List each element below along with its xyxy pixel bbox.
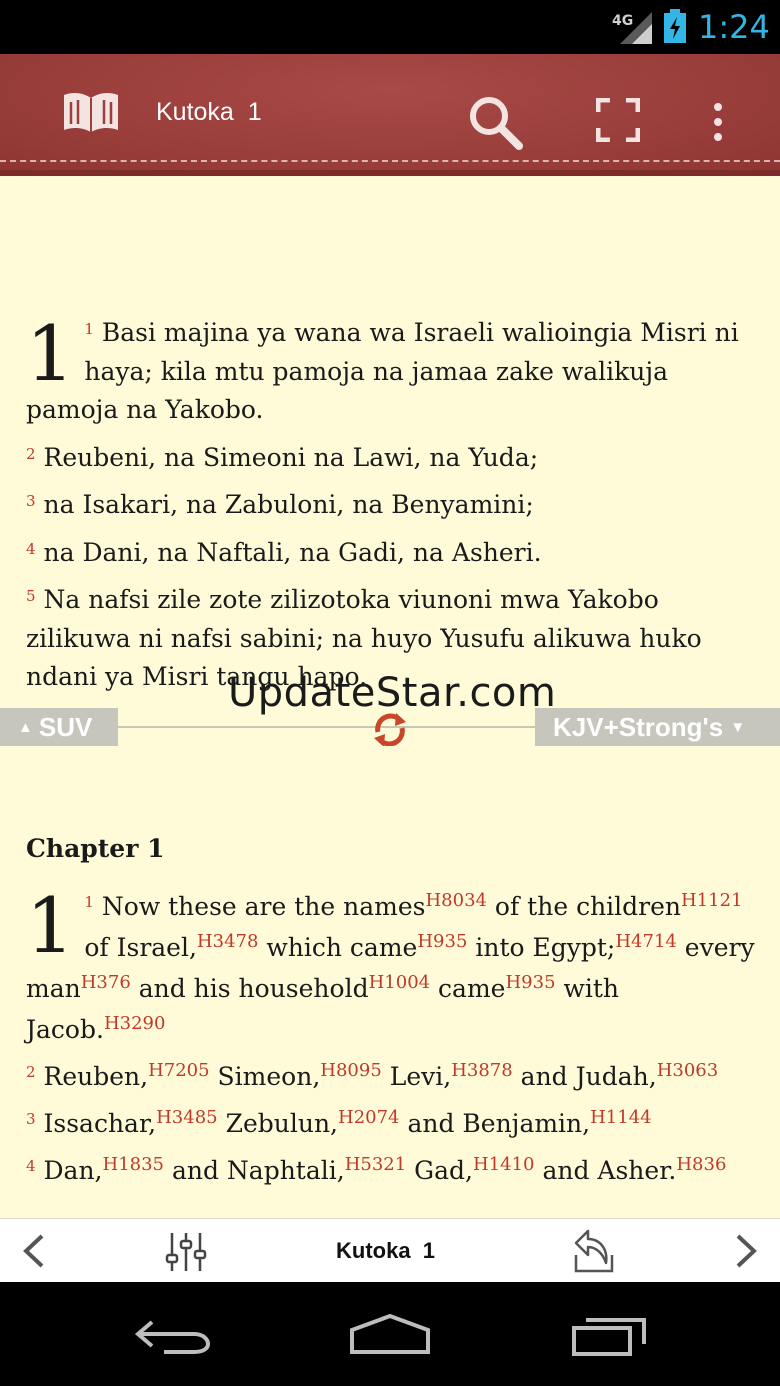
divider-line xyxy=(118,726,536,728)
right-version-selector[interactable]: KJV+Strong's ▼ xyxy=(535,708,780,746)
chapter-number: 1 xyxy=(26,881,75,970)
book-icon[interactable] xyxy=(62,90,120,134)
strongs-number[interactable]: H935 xyxy=(505,972,555,993)
verse-text: Now these are the names xyxy=(101,892,426,921)
strongs-number[interactable]: H836 xyxy=(676,1154,726,1175)
strongs-number[interactable]: H3878 xyxy=(451,1060,513,1081)
chevron-left-icon[interactable] xyxy=(20,1233,48,1269)
verse-text: Simeon, xyxy=(209,1062,321,1091)
left-version-selector[interactable]: ▲ SUV xyxy=(0,708,118,746)
strongs-number[interactable]: H935 xyxy=(417,931,467,952)
strongs-number[interactable]: H1410 xyxy=(473,1154,535,1175)
verse[interactable]: 11 Now these are the namesH8034 of the c… xyxy=(26,886,766,1050)
verse-text: na Dani, na Naftali, na Gadi, na Asheri. xyxy=(43,537,542,567)
strongs-number[interactable]: H8034 xyxy=(425,890,487,911)
right-version-label: KJV+Strong's xyxy=(553,712,724,742)
verse-text: and Benjamin, xyxy=(399,1109,591,1138)
verse[interactable]: 2 Reuben,H7205 Simeon,H8095 Levi,H3878 a… xyxy=(26,1056,766,1097)
home-icon[interactable] xyxy=(348,1312,432,1356)
verse-text: and his household xyxy=(130,974,369,1003)
verse[interactable]: 11 Basi majina ya wana wa Israeli walioi… xyxy=(26,314,756,430)
back-icon[interactable] xyxy=(134,1314,212,1354)
strongs-number[interactable]: H7205 xyxy=(148,1060,210,1081)
verse-number: 3 xyxy=(26,492,36,510)
action-bar: Kutoka 1 xyxy=(0,54,780,176)
strongs-number[interactable]: H3290 xyxy=(104,1013,166,1034)
verse-text: into Egypt; xyxy=(467,933,616,962)
strongs-number[interactable]: H3478 xyxy=(197,931,259,952)
sliders-icon[interactable] xyxy=(164,1231,208,1273)
strongs-number[interactable]: H3485 xyxy=(156,1107,218,1128)
verse[interactable]: 4 na Dani, na Naftali, na Gadi, na Asher… xyxy=(26,534,756,573)
chapter-number: 1 xyxy=(26,309,75,398)
strongs-number[interactable]: H376 xyxy=(81,972,131,993)
verse[interactable]: 3 na Isakari, na Zabuloni, na Benyamini; xyxy=(26,486,756,525)
up-arrow-icon: ▲ xyxy=(18,719,33,736)
recent-apps-icon[interactable] xyxy=(570,1312,648,1356)
verse-number: 4 xyxy=(26,1157,36,1175)
verse-number: 1 xyxy=(84,893,94,911)
secondary-text-pane[interactable]: Chapter 1 11 Now these are the namesH803… xyxy=(0,746,780,1218)
verse-number: 2 xyxy=(26,444,36,463)
watermark: UpdateStar.com xyxy=(228,670,557,716)
verse[interactable]: 3 Issachar,H3485 Zebulun,H2074 and Benja… xyxy=(26,1103,766,1144)
toolbar-chapter-title[interactable]: Kutoka 1 xyxy=(336,1233,435,1269)
verse-text: na Isakari, na Zabuloni, na Benyamini; xyxy=(43,490,534,519)
verse-text: and Asher. xyxy=(534,1156,677,1185)
primary-text-pane[interactable]: 11 Basi majina ya wana wa Israeli walioi… xyxy=(0,176,780,706)
down-arrow-icon: ▼ xyxy=(730,719,746,736)
verse-number: 1 xyxy=(84,320,94,338)
status-bar: 4G 1:24 xyxy=(0,0,780,54)
verse-text: Basi majina ya wana wa Israeli walioingi… xyxy=(26,318,739,424)
battery-charging-icon xyxy=(664,9,686,43)
more-vert-icon[interactable] xyxy=(708,102,728,142)
signal-4g-icon: 4G xyxy=(612,12,652,44)
verse-number: 2 xyxy=(26,1063,36,1081)
search-icon[interactable] xyxy=(466,94,524,150)
strongs-number[interactable]: H5321 xyxy=(345,1154,407,1175)
verse-number: 4 xyxy=(26,539,36,558)
sync-icon[interactable] xyxy=(370,710,410,750)
verse-number: 3 xyxy=(26,1110,36,1128)
strongs-number[interactable]: H1835 xyxy=(103,1154,165,1175)
network-type-label: 4G xyxy=(612,13,633,29)
bible-text: 11 Basi majina ya wana wa Israeli walioi… xyxy=(26,314,756,697)
strongs-number[interactable]: H3063 xyxy=(657,1060,719,1081)
strongs-number[interactable]: H4714 xyxy=(615,931,677,952)
verse[interactable]: 4 Dan,H1835 and Naphtali,H5321 Gad,H1410… xyxy=(26,1150,766,1191)
system-nav-bar xyxy=(0,1282,780,1386)
bottom-toolbar: Kutoka 1 xyxy=(0,1218,780,1283)
verse-text: Reuben, xyxy=(43,1062,149,1091)
verse-text: and Judah, xyxy=(512,1062,657,1091)
book-chapter-title[interactable]: Kutoka 1 xyxy=(156,94,262,130)
strongs-number[interactable]: H1121 xyxy=(681,890,743,911)
verse-text: of Israel, xyxy=(84,933,197,962)
strongs-number[interactable]: H1004 xyxy=(369,972,431,993)
strongs-number[interactable]: H2074 xyxy=(338,1107,400,1128)
chapter-heading: Chapter 1 xyxy=(26,834,165,863)
verse-text: Gad, xyxy=(406,1156,473,1185)
verse-text: of the children xyxy=(486,892,682,921)
bible-text: 11 Now these are the namesH8034 of the c… xyxy=(26,886,766,1191)
verse-text: Dan, xyxy=(43,1156,103,1185)
status-time: 1:24 xyxy=(698,8,770,46)
chevron-right-icon[interactable] xyxy=(732,1233,760,1269)
fullscreen-icon[interactable] xyxy=(596,98,640,142)
verse-number: 5 xyxy=(26,587,36,605)
verse[interactable]: 2 Reubeni, na Simeoni na Lawi, na Yuda; xyxy=(26,439,756,478)
verse-text: Reubeni, na Simeoni na Lawi, na Yuda; xyxy=(43,442,539,472)
verse-text: Levi, xyxy=(381,1062,452,1091)
left-version-label: SUV xyxy=(38,712,93,742)
verse-text: Issachar, xyxy=(43,1109,157,1138)
verse-text: and Naphtali, xyxy=(164,1156,345,1185)
verse-text: came xyxy=(430,974,506,1003)
strongs-number[interactable]: H1144 xyxy=(590,1107,652,1128)
strongs-number[interactable]: H8095 xyxy=(320,1060,382,1081)
verse-text: Zebulun, xyxy=(217,1109,338,1138)
stitch-divider xyxy=(0,160,780,162)
verse-text: which came xyxy=(258,933,418,962)
share-icon[interactable] xyxy=(572,1229,616,1275)
